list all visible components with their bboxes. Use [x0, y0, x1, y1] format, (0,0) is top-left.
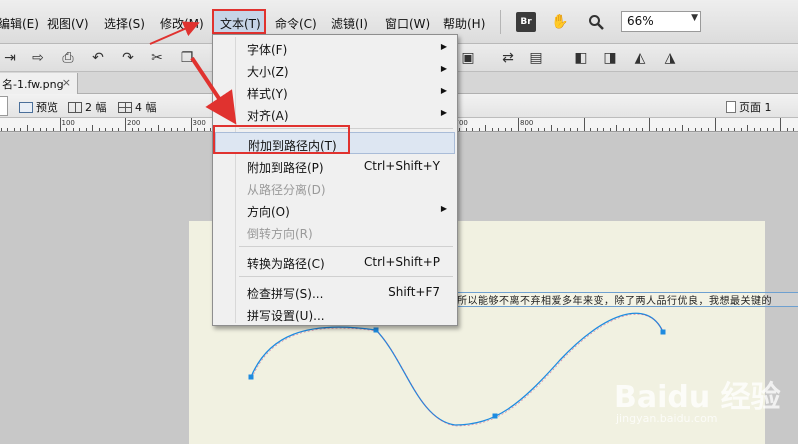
annotation-arrow: [149, 21, 200, 45]
annotation-arrows: [149, 21, 237, 125]
annotation-arrow: [190, 56, 237, 125]
